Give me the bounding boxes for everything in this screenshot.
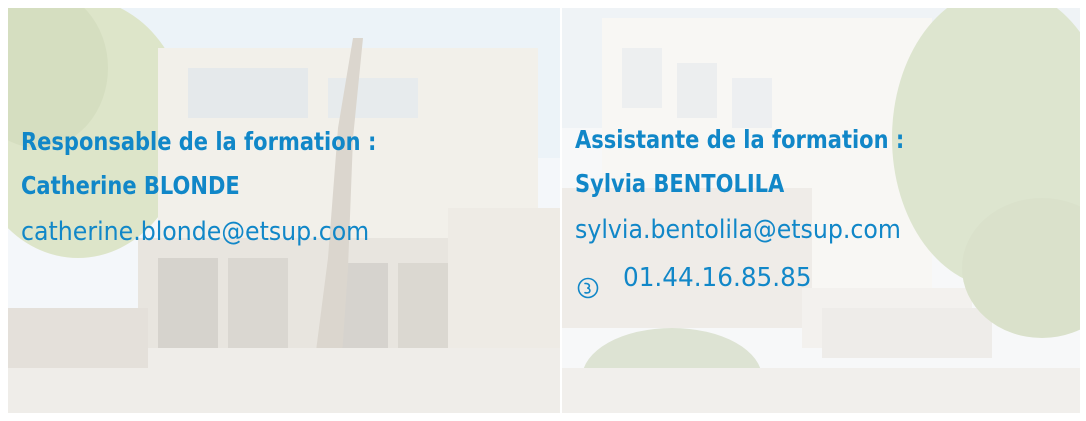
phone-icon [577, 267, 599, 299]
manager-contact: Responsable de la formation : Catherine … [21, 120, 444, 256]
assistant-contact: Assistante de la formation : Sylvia BENT… [575, 118, 967, 302]
assistant-phone[interactable]: 01.44.16.85.85 [623, 254, 812, 302]
contact-card: Responsable de la formation : Catherine … [0, 0, 1086, 421]
assistant-title: Assistante de la formation : [575, 125, 905, 154]
assistant-name: Sylvia BENTOLILA [575, 169, 785, 198]
manager-name: Catherine BLONDE [21, 171, 240, 200]
assistant-phone-row: 01.44.16.85.85 [575, 254, 967, 302]
manager-email[interactable]: catherine.blonde@etsup.com [21, 208, 406, 256]
assistant-email[interactable]: sylvia.bentolila@etsup.com [575, 206, 932, 254]
manager-title: Responsable de la formation : [21, 127, 377, 156]
